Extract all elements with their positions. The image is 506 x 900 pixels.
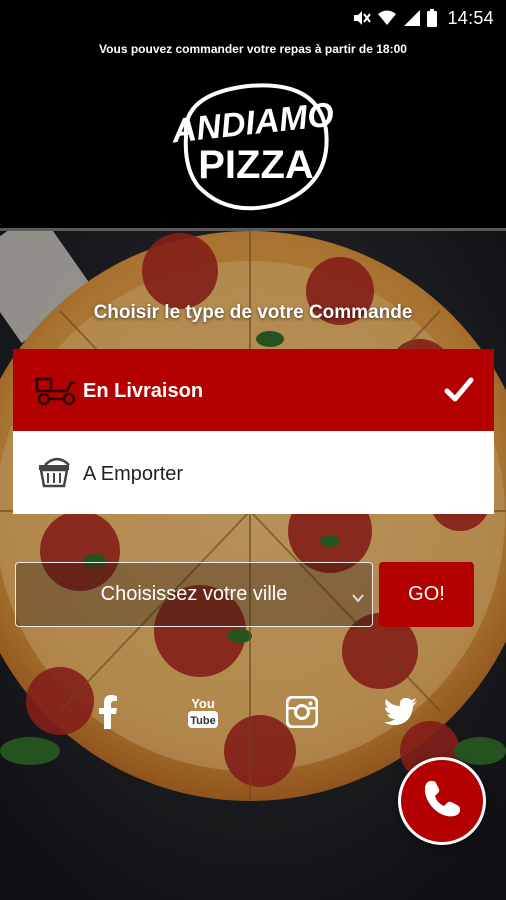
- logo-line2: PIZZA: [198, 143, 314, 187]
- signal-icon: [403, 9, 421, 27]
- option-delivery-label: En Livraison: [83, 380, 204, 402]
- checkmark-icon: [444, 376, 474, 404]
- status-icons: 14:54: [351, 6, 494, 30]
- option-takeaway-label: A Emporter: [83, 463, 184, 485]
- header: Vous pouvez commander votre repas à part…: [0, 36, 506, 230]
- opening-notice: Vous pouvez commander votre repas à part…: [99, 42, 407, 56]
- svg-text:You: You: [191, 696, 215, 711]
- status-time: 14:54: [447, 7, 494, 28]
- battery-icon: [427, 9, 438, 27]
- option-takeaway[interactable]: A Emporter: [13, 431, 494, 514]
- option-delivery[interactable]: En Livraison: [13, 349, 494, 431]
- andiamo-pizza-logo: ANDIAMO PIZZA: [168, 74, 340, 218]
- mute-vibrate-icon: [351, 9, 372, 27]
- status-bar: 14:54: [0, 0, 506, 36]
- go-button[interactable]: GO!: [379, 562, 474, 627]
- order-type-title: Choisir le type de votre Commande: [93, 302, 413, 323]
- youtube-icon[interactable]: You Tube: [185, 692, 221, 732]
- svg-text:Tube: Tube: [190, 715, 215, 727]
- basket-icon: [35, 455, 79, 489]
- wifi-icon: [377, 9, 397, 27]
- facebook-icon[interactable]: [90, 692, 126, 732]
- delivery-scooter-icon: [35, 373, 79, 407]
- call-button[interactable]: [398, 757, 486, 845]
- instagram-icon[interactable]: [284, 692, 320, 732]
- phone-icon: [421, 778, 463, 825]
- twitter-icon[interactable]: [383, 692, 419, 732]
- chevron-down-icon: [352, 590, 364, 603]
- city-select[interactable]: Choisissez votre ville: [15, 562, 373, 627]
- city-select-label: Choisissez votre ville: [100, 583, 288, 605]
